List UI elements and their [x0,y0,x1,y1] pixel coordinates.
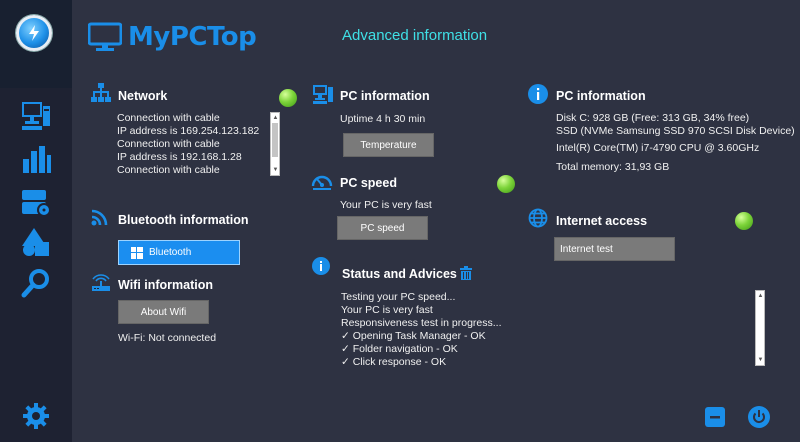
cpu-info: Intel(R) Core(TM) i7-4790 CPU @ 3.60GHz [556,142,760,154]
sidebar [0,0,72,442]
internet-access-title: Internet access [556,214,648,228]
network-line: Connection with cable [117,112,220,124]
network-line: Connection with cable [117,164,220,176]
ssd-info: SSD (NVMe Samsung SSD 970 SCSI Disk Devi… [556,125,795,137]
network-scrollbar[interactable]: ▲ ▼ [270,112,280,176]
settings-gear-icon[interactable] [22,402,50,430]
internet-test-button[interactable]: Internet test [554,237,675,261]
info-icon [312,257,330,275]
disk-info: Disk C: 928 GB (Free: 313 GB, 34% free) [556,112,750,124]
status-line: Your PC is very fast [341,304,433,316]
globe-icon [528,208,548,228]
uptime-text: Uptime 4 h 30 min [340,113,426,125]
status-scrollbar[interactable]: ▲ ▼ [755,290,765,366]
memory-info: Total memory: 31,93 GB [556,161,670,173]
info-icon [528,84,548,104]
about-wifi-button[interactable]: About Wifi [118,300,209,324]
network-line: Connection with cable [117,138,220,150]
brand-logo: MyPCTop [88,22,257,52]
pc-info-right-title: PC information [556,89,646,103]
wifi-status-text: Wi-Fi: Not connected [118,332,217,344]
app-logo-icon[interactable] [16,15,52,51]
bluetooth-button-label: Bluetooth [149,247,192,258]
wifi-router-icon [92,274,110,291]
status-line: ✓ Folder navigation - OK [341,343,458,355]
brand-name: MyPCTop [128,22,257,52]
power-icon[interactable] [748,406,770,428]
pc-speed-status-ok-icon [497,175,515,193]
page-title: Advanced information [342,27,488,44]
pc-speed-button[interactable]: PC speed [337,216,428,240]
minimize-icon[interactable] [705,407,725,427]
computer-icon [313,85,333,104]
status-line: ✓ Opening Task Manager - OK [341,330,486,342]
status-title: Status and Advices [342,267,457,281]
bar-chart-icon[interactable] [20,143,52,175]
network-line: IP address is 192.168.1.28 [117,151,242,163]
search-icon[interactable] [20,267,52,299]
bluetooth-signal-icon [91,209,108,226]
pc-info-title: PC information [340,89,430,103]
status-line: ✓ Click response - OK [341,356,447,368]
computer-icon[interactable] [20,100,52,132]
trash-icon[interactable] [460,266,472,280]
pc-speed-title: PC speed [340,176,397,190]
network-line: IP address is 169.254.123.182 [117,125,260,137]
status-line: Responsiveness test in progress... [341,317,502,329]
shapes-icon[interactable] [20,226,52,258]
speedometer-icon [311,175,333,190]
status-line: Testing your PC speed... [341,291,456,303]
internet-status-ok-icon [735,212,753,230]
network-title: Network [118,89,168,103]
monitor-logo-icon [88,22,122,51]
wifi-title: Wifi information [118,278,214,292]
disk-icon[interactable] [20,186,52,218]
pc-speed-status: Your PC is very fast [340,199,432,211]
sidebar-header [0,0,72,88]
network-icon [91,83,111,102]
temperature-button[interactable]: Temperature [343,133,434,157]
bluetooth-button[interactable]: Bluetooth [118,240,240,265]
windows-icon [131,246,143,259]
bluetooth-title: Bluetooth information [118,213,249,227]
network-status-ok-icon [279,89,297,107]
